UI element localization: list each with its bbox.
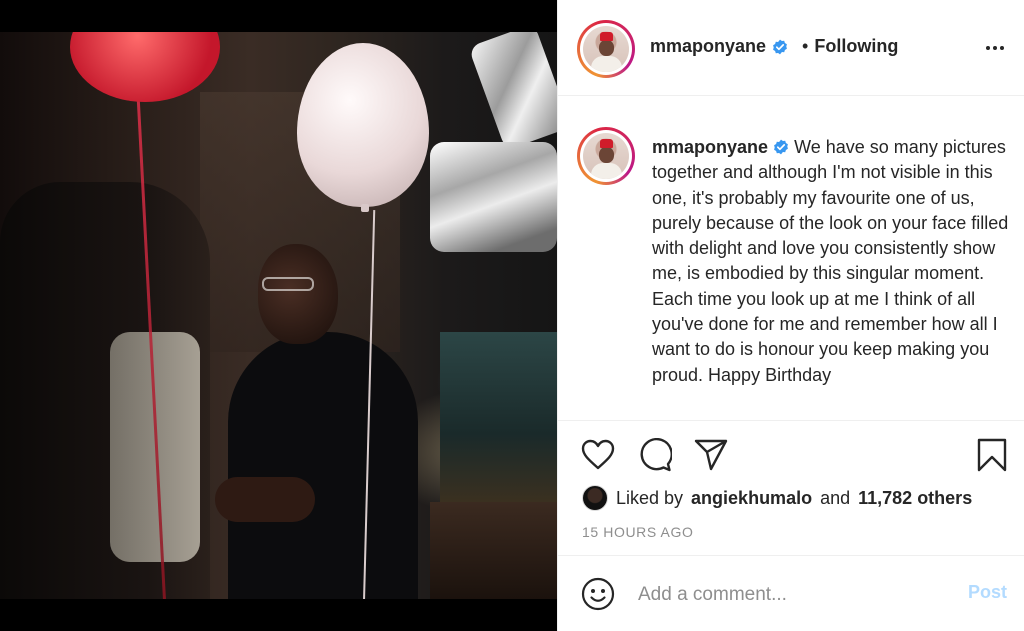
header-username[interactable]: mmaponyane xyxy=(650,36,766,57)
white-balloon-knot xyxy=(361,204,369,212)
comment-bar: Post xyxy=(558,555,1024,631)
heart-icon[interactable] xyxy=(580,437,616,473)
caption-text: We have so many pictures together and al… xyxy=(652,137,1009,385)
foil-balloon-bottom xyxy=(430,142,557,252)
verified-badge-icon xyxy=(774,139,788,155)
photo-window xyxy=(440,332,557,502)
post-comment-button[interactable]: Post xyxy=(968,582,1007,603)
header-avatar[interactable] xyxy=(577,20,635,78)
caption-username[interactable]: mmaponyane xyxy=(652,137,768,157)
follow-separator: • xyxy=(802,36,809,56)
foil-balloon xyxy=(430,32,557,252)
more-options-icon[interactable] xyxy=(983,36,1007,60)
likes-count-link[interactable]: 11,782 others xyxy=(858,488,972,509)
photo-table xyxy=(430,502,557,599)
paper-plane-icon[interactable] xyxy=(693,437,729,473)
header-user: mmaponyane • Following xyxy=(650,36,898,57)
post-header: mmaponyane • Following xyxy=(558,0,1024,96)
red-balloon xyxy=(70,32,220,102)
liker-avatar[interactable] xyxy=(582,485,608,511)
avatar-image xyxy=(583,133,629,179)
bookmark-icon[interactable] xyxy=(974,437,1010,473)
smiley-icon[interactable] xyxy=(580,576,616,612)
caption-area[interactable]: mmaponyane We have so many pictures toge… xyxy=(558,97,1024,419)
white-balloon xyxy=(297,43,429,207)
caption: mmaponyane We have so many pictures toge… xyxy=(652,135,1012,388)
photo-woman-head xyxy=(258,244,338,344)
photo-hands xyxy=(215,477,315,522)
photo-woman xyxy=(228,332,418,599)
foil-balloon-top xyxy=(468,32,557,151)
verified-badge-icon xyxy=(773,39,787,54)
likes-line: Liked by angiekhumalo and 11,782 others xyxy=(582,485,972,511)
comment-bubble-icon[interactable] xyxy=(637,437,673,473)
photo-pane xyxy=(0,0,557,631)
likes-connector: and xyxy=(820,487,851,508)
post-panel: mmaponyane • Following mmaponyane We hav… xyxy=(557,0,1024,631)
following-button[interactable]: Following xyxy=(814,36,898,57)
comment-input[interactable] xyxy=(638,580,938,610)
post-actions: Liked by angiekhumalo and 11,782 others … xyxy=(558,420,1024,631)
post-timestamp[interactable]: 15 HOURS AGO xyxy=(582,524,693,540)
photo-glasses xyxy=(262,277,314,291)
caption-avatar[interactable] xyxy=(577,127,635,185)
liker-username[interactable]: angiekhumalo xyxy=(691,488,812,509)
post-photo[interactable] xyxy=(0,32,557,599)
avatar-image xyxy=(583,26,629,72)
likes-prefix: Liked by xyxy=(616,487,684,508)
